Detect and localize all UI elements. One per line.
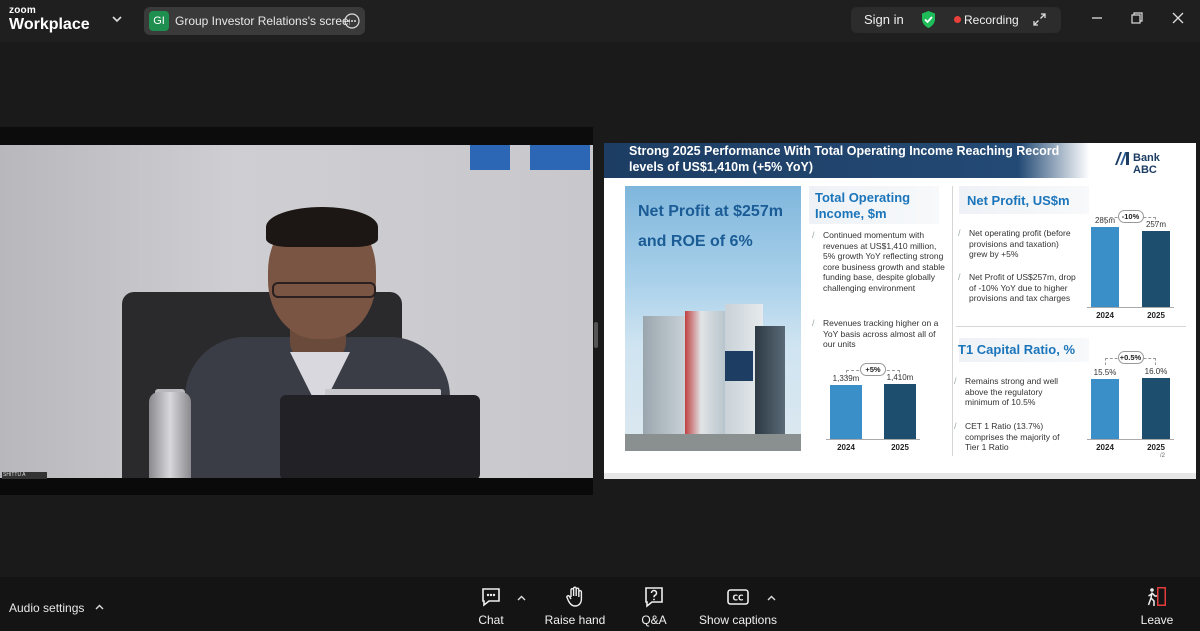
t1-axis-year: 2025	[1147, 443, 1165, 452]
chevron-up-icon[interactable]	[517, 594, 526, 603]
t1-title: T1 Capital Ratio, %	[958, 342, 1076, 357]
chevron-up-icon[interactable]	[767, 594, 776, 603]
slide-header: Strong 2025 Performance With Total Opera…	[604, 143, 1196, 178]
slide-page-number: /2	[1160, 453, 1166, 459]
more-options-icon[interactable]	[344, 13, 360, 29]
toi-delta-badge: +5%	[860, 363, 886, 376]
bank-abc-logo-text: Bank ABC	[1133, 152, 1160, 176]
recording-dot-icon	[954, 16, 961, 23]
bank-abc-logo-mark-icon	[1115, 152, 1129, 165]
row-divider	[956, 326, 1186, 327]
meeting-toolbar: Audio settings Chat Raise hand Q&A CC Sh…	[0, 577, 1200, 631]
np-bullet-2: Net Profit of US$257m, drop of -10% YoY …	[958, 272, 1078, 304]
building-image	[643, 316, 691, 436]
sign-in-button[interactable]: Sign in	[864, 12, 904, 27]
t1-axis-line	[1087, 439, 1174, 440]
security-shield-icon[interactable]	[920, 10, 937, 29]
toi-axis-year: 2025	[891, 443, 909, 452]
audio-settings-button[interactable]: Audio settings	[9, 601, 84, 615]
toi-axis-line	[826, 439, 920, 440]
slide-title: Strong 2025 Performance With Total Opera…	[629, 144, 1060, 174]
leave-door-icon	[1147, 587, 1166, 606]
t1-bar-value: 16.0%	[1144, 367, 1168, 376]
participant-video[interactable]: SHITTU A Alexandria	[0, 127, 593, 495]
recording-label[interactable]: Recording	[964, 13, 1019, 27]
t1-bar-value: 15.5%	[1093, 367, 1117, 377]
np-bullet-1: Net operating profit (before provisions …	[958, 228, 1078, 260]
restore-icon[interactable]	[1129, 10, 1145, 26]
leave-button[interactable]: Leave	[1138, 585, 1176, 627]
show-captions-label: Show captions	[698, 613, 778, 627]
raise-hand-icon	[566, 586, 583, 607]
raise-hand-label: Raise hand	[544, 613, 606, 627]
participant-name-tag: SHITTU A Alexandria	[2, 472, 47, 479]
toi-bar-2025	[884, 384, 916, 439]
split-view-handle[interactable]	[594, 322, 598, 348]
np-delta-badge: -10%	[1117, 210, 1144, 223]
building-sign	[725, 351, 753, 381]
np-axis-year: 2025	[1147, 311, 1165, 320]
chat-label: Chat	[478, 613, 504, 627]
np-bar-2025	[1142, 230, 1170, 307]
np-axis-year: 2024	[1096, 311, 1114, 320]
toi-bullet-2: Revenues tracking higher on a YoY basis …	[812, 318, 947, 350]
video-wall-accent	[470, 145, 510, 170]
minimize-icon[interactable]	[1089, 10, 1105, 26]
hero-headline: Net Profit at $257m and ROE of 6%	[638, 203, 783, 250]
building-image	[755, 326, 785, 446]
top-bar: zoom Workplace GI Group Investor Relatio…	[0, 0, 1200, 42]
share-label: Group Investor Relations's screen	[175, 14, 350, 28]
brand-small: zoom	[9, 5, 36, 16]
water-bottle	[149, 392, 191, 480]
t1-bullet-2: CET 1 Ratio (13.7%) comprises the majori…	[954, 421, 1069, 453]
column-divider	[952, 186, 953, 456]
t1-bar-2024	[1091, 378, 1119, 439]
meeting-status-pill: Sign in Recording	[851, 7, 1061, 33]
t1-delta-badge: +0.5%	[1117, 351, 1144, 364]
screen-share-pill[interactable]: GI Group Investor Relations's screen	[144, 7, 365, 35]
chat-button[interactable]: Chat	[470, 585, 512, 627]
qa-icon	[645, 587, 663, 608]
bank-abc-logo: Bank ABC	[1114, 150, 1184, 176]
raise-hand-button[interactable]: Raise hand	[542, 585, 608, 627]
t1-bar-2025	[1142, 378, 1170, 439]
toi-bullet-1: Continued momentum with revenues at US$1…	[812, 230, 947, 293]
np-title: Net Profit, US$m	[967, 193, 1070, 208]
video-wall-accent	[530, 145, 590, 170]
video-letterbox	[0, 478, 593, 495]
laptop	[280, 395, 480, 480]
show-captions-button[interactable]: CC Show captions	[698, 585, 778, 627]
qa-label: Q&A	[641, 613, 667, 627]
zoom-workplace-logo: zoom Workplace	[9, 6, 90, 33]
slide-bottom-strip	[604, 473, 1196, 479]
building-image	[685, 311, 725, 441]
toi-axis-year: 2024	[837, 443, 855, 452]
toi-title: Total Operating Income, $m	[815, 190, 911, 221]
street-level	[625, 434, 801, 451]
qa-button[interactable]: Q&A	[634, 585, 674, 627]
chevron-down-icon[interactable]	[110, 12, 124, 26]
shared-slide: Strong 2025 Performance With Total Opera…	[604, 143, 1196, 479]
expand-icon[interactable]	[1032, 12, 1047, 27]
closed-captions-icon: CC	[727, 589, 749, 605]
chevron-up-icon[interactable]	[95, 603, 104, 612]
toi-bar-2024	[830, 385, 862, 439]
np-bar-2024	[1091, 227, 1119, 307]
zoom-window: zoom Workplace GI Group Investor Relatio…	[0, 0, 1200, 631]
share-avatar: GI	[149, 11, 169, 31]
np-axis-line	[1087, 307, 1174, 308]
brand-large: Workplace	[9, 16, 90, 33]
hero-image-panel: Net Profit at $257m and ROE of 6%	[625, 186, 801, 451]
chat-icon	[482, 588, 500, 607]
t1-axis-year: 2024	[1096, 443, 1114, 452]
speaker-glasses	[272, 282, 376, 298]
close-icon[interactable]	[1170, 10, 1186, 26]
leave-label: Leave	[1140, 613, 1174, 627]
svg-text:CC: CC	[732, 594, 744, 603]
t1-bullet-1: Remains strong and well above the regula…	[954, 376, 1069, 408]
speaker-hair	[266, 207, 378, 247]
